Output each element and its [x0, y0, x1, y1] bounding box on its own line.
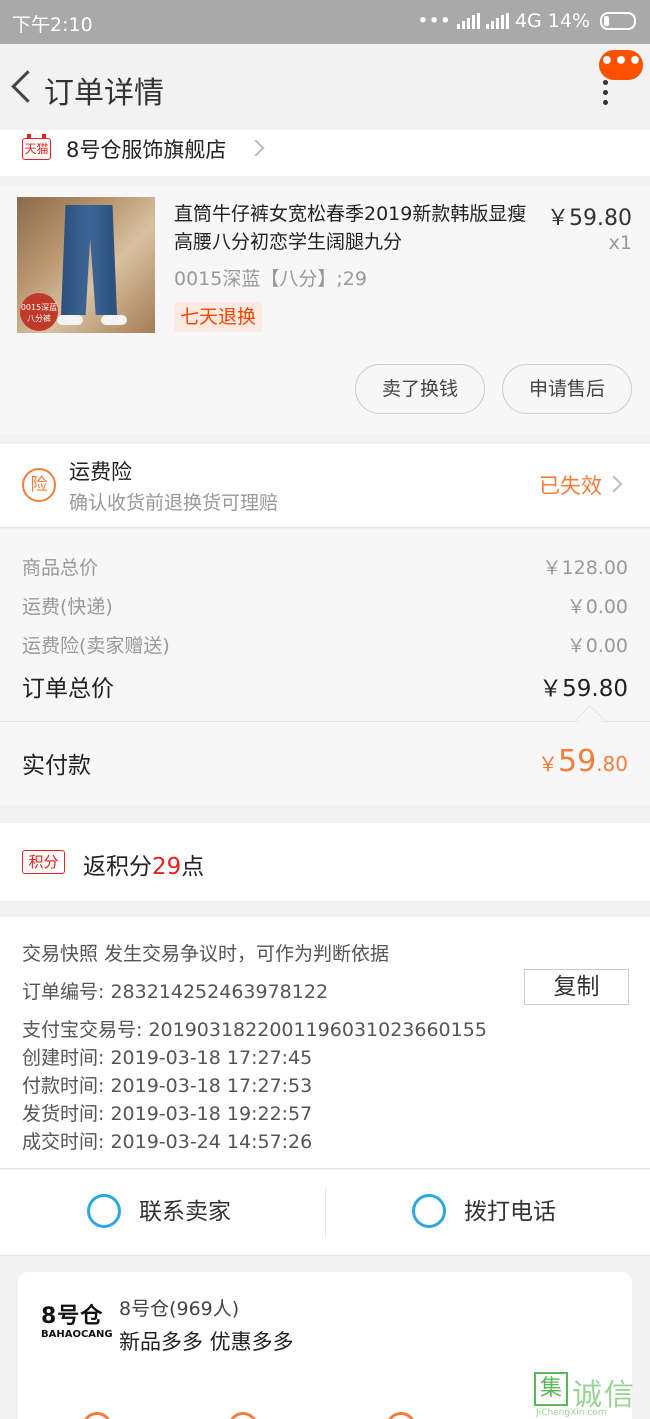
order-number: 订单编号: 283214252463978122	[22, 981, 329, 1003]
battery-percent: 14%	[547, 10, 590, 32]
status-bar: 下午2:10 ••• 4G 14%	[0, 0, 650, 44]
phone-icon	[412, 1194, 446, 1228]
network-type: 4G	[514, 10, 542, 32]
more-menu-icon[interactable]	[598, 80, 612, 106]
completed-time: 成交时间: 2019-03-24 14:57:26	[22, 1131, 313, 1153]
return-policy-tag: 七天退换	[174, 302, 263, 332]
product-quantity: x1	[608, 232, 632, 254]
created-time: 创建时间: 2019-03-18 17:27:45	[22, 1047, 313, 1069]
divider	[325, 1188, 326, 1238]
trade-snapshot-link[interactable]: 交易快照 发生交易争议时，可作为判断依据	[22, 939, 389, 966]
copy-button[interactable]: 复制	[524, 969, 629, 1005]
chevron-right-icon	[605, 475, 623, 493]
summary-label: 运费(快递)	[22, 596, 113, 618]
order-info: 交易快照 发生交易争议时，可作为判断依据 订单编号: 2832142524639…	[0, 917, 650, 1169]
insurance-title: 运费险	[69, 460, 132, 484]
product-card: 0015深蓝 八分裤 直筒牛仔裤女宽松春季2019新款韩版显瘦高腰八分初恋学生阔…	[0, 186, 650, 434]
product-name[interactable]: 直筒牛仔裤女宽松春季2019新款韩版显瘦高腰八分初恋学生阔腿九分	[174, 200, 529, 256]
store-row[interactable]: 天猫 8号仓服饰旗舰店	[0, 130, 650, 176]
battery-icon	[600, 12, 636, 30]
back-arrow-icon[interactable]	[6, 66, 36, 108]
shop-logo: 8号仓 BAHAOCANG	[41, 1304, 113, 1341]
watermark-logo: 集 诚信 JiChengXin.com	[534, 1370, 650, 1419]
summary-row-order-total: 订单总价 ￥59.80	[22, 669, 628, 703]
wifi-dots-icon: •••	[417, 10, 451, 32]
header: 订单详情 •••	[0, 44, 650, 130]
signal-icon	[456, 13, 480, 29]
product-thumbnail[interactable]: 0015深蓝 八分裤	[17, 197, 155, 333]
paid-time: 付款时间: 2019-03-18 17:27:53	[22, 1075, 313, 1097]
product-price: ￥59.80	[547, 206, 632, 231]
payment-amount: ￥59.80	[538, 744, 628, 779]
chat-icon	[87, 1194, 121, 1228]
store-name: 8号仓服饰旗舰店	[66, 138, 227, 162]
points-tag: 积分	[22, 850, 65, 874]
shop-slogan: 新品多多 优惠多多	[119, 1330, 294, 1354]
summary-row-subtotal: 商品总价 ￥128.00	[22, 553, 628, 580]
sell-button[interactable]: 卖了换钱	[355, 364, 485, 414]
product-sku: 0015深蓝【八分】;29	[174, 268, 367, 290]
page-title: 订单详情	[44, 76, 164, 111]
payment-label: 实付款	[22, 753, 91, 779]
status-time: 下午2:10	[12, 14, 93, 36]
price-summary: 商品总价 ￥128.00 运费(快递) ￥0.00 运费险(卖家赠送) ￥0.0…	[0, 529, 650, 721]
summary-value: ￥0.00	[566, 596, 628, 618]
summary-value: ￥128.00	[542, 557, 628, 579]
alipay-number: 支付宝交易号: 2019031822001196031023660155	[22, 1019, 487, 1041]
tmall-icon: 天猫	[22, 134, 51, 160]
summary-row-insurance: 运费险(卖家赠送) ￥0.00	[22, 631, 628, 658]
summary-value: ￥59.80	[539, 676, 628, 702]
thumb-badge: 0015深蓝 八分裤	[20, 293, 58, 331]
points-row: 积分 返积分29点	[0, 823, 650, 901]
more-badge[interactable]: •••	[599, 50, 643, 80]
contact-actions: 联系卖家 拨打电话	[0, 1170, 650, 1256]
insurance-subtitle: 确认收货前退换货可理赔	[69, 492, 279, 514]
shop-name: 8号仓(969人)	[119, 1298, 240, 1320]
summary-label: 订单总价	[22, 676, 114, 702]
insurance-icon: 险	[22, 468, 56, 502]
summary-row-shipping: 运费(快递) ￥0.00	[22, 592, 628, 619]
aftersale-button[interactable]: 申请售后	[502, 364, 632, 414]
actual-payment-row: 实付款 ￥59.80	[0, 721, 650, 805]
contact-seller-button[interactable]: 联系卖家	[139, 1192, 231, 1226]
shipped-time: 发货时间: 2019-03-18 19:22:57	[22, 1103, 313, 1125]
summary-label: 商品总价	[22, 557, 99, 579]
signal-icon-2	[485, 13, 509, 29]
summary-label: 运费险(卖家赠送)	[22, 635, 170, 657]
insurance-status: 已失效	[539, 474, 602, 498]
points-text: 返积分29点	[83, 854, 205, 880]
shipping-insurance-row[interactable]: 险 运费险 确认收货前退换货可理赔 已失效	[0, 444, 650, 528]
chevron-right-icon	[247, 139, 265, 157]
call-phone-button[interactable]: 拨打电话	[464, 1192, 556, 1226]
summary-value: ￥0.00	[566, 635, 628, 657]
